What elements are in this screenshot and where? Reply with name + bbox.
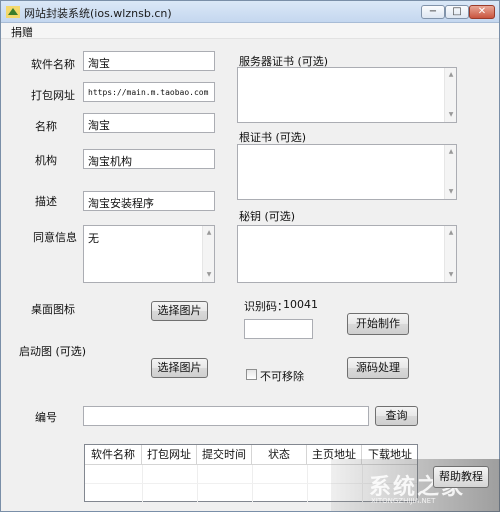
scroll-up-icon[interactable]: ▲ bbox=[445, 69, 457, 81]
scroll-down-icon[interactable]: ▼ bbox=[445, 186, 457, 198]
scroll-down-icon[interactable]: ▼ bbox=[445, 269, 457, 281]
query-button[interactable]: 查询 bbox=[375, 406, 418, 426]
org-label: 机构 bbox=[35, 154, 57, 167]
scroll-down-icon[interactable]: ▼ bbox=[445, 109, 457, 121]
source-process-button[interactable]: 源码处理 bbox=[347, 357, 409, 379]
column-header[interactable]: 提交时间 bbox=[197, 445, 252, 465]
minimize-button[interactable]: − bbox=[421, 5, 445, 19]
root-cert-textarea[interactable]: ▲ ▼ bbox=[237, 144, 457, 200]
scroll-up-icon[interactable]: ▲ bbox=[445, 227, 457, 239]
splash-select-button[interactable]: 选择图片 bbox=[151, 358, 208, 378]
server-cert-scrollbar[interactable]: ▲ ▼ bbox=[444, 68, 456, 122]
desktop-icon-label: 桌面图标 bbox=[31, 303, 75, 316]
close-button[interactable]: ✕ bbox=[469, 5, 495, 19]
desktop-icon-select-button[interactable]: 选择图片 bbox=[151, 301, 208, 321]
consent-text: 无 bbox=[88, 232, 99, 245]
column-header[interactable]: 状态 bbox=[252, 445, 307, 465]
server-cert-textarea[interactable]: ▲ ▼ bbox=[237, 67, 457, 123]
non-removable-checkbox[interactable] bbox=[246, 369, 257, 380]
title-bar[interactable]: 网站封装系统(ios.wlznsb.cn) − □ ✕ bbox=[1, 1, 499, 23]
desc-field[interactable]: 淘宝安装程序 bbox=[83, 191, 215, 211]
menu-item-donate[interactable]: 捐赠 bbox=[11, 24, 33, 40]
desc-label: 描述 bbox=[35, 195, 57, 208]
consent-label: 同意信息 bbox=[33, 231, 77, 244]
maximize-button[interactable]: □ bbox=[445, 5, 469, 19]
splash-label: 启动图 (可选) bbox=[19, 345, 87, 358]
root-cert-scrollbar[interactable]: ▲ ▼ bbox=[444, 145, 456, 199]
key-scrollbar[interactable]: ▲ ▼ bbox=[444, 226, 456, 282]
package-url-field[interactable]: https://main.m.taobao.com bbox=[83, 82, 215, 102]
code-input[interactable] bbox=[244, 319, 313, 339]
app-name-field[interactable]: 淘宝 bbox=[83, 51, 215, 71]
consent-scrollbar[interactable]: ▲ ▼ bbox=[202, 226, 214, 282]
app-window: 网站封装系统(ios.wlznsb.cn) − □ ✕ 捐赠 软件名称 淘宝 打… bbox=[0, 0, 500, 512]
root-cert-label: 根证书 (可选) bbox=[239, 131, 307, 144]
scroll-down-icon[interactable]: ▼ bbox=[203, 269, 215, 281]
org-field[interactable]: 淘宝机构 bbox=[83, 149, 215, 169]
minimize-icon: − bbox=[428, 6, 438, 17]
app-icon bbox=[6, 6, 20, 18]
app-name-label: 软件名称 bbox=[31, 58, 75, 71]
scroll-up-icon[interactable]: ▲ bbox=[203, 227, 215, 239]
window-title: 网站封装系统(ios.wlznsb.cn) bbox=[24, 7, 172, 20]
consent-textarea[interactable]: 无 ▲ ▼ bbox=[83, 225, 215, 283]
key-textarea[interactable]: ▲ ▼ bbox=[237, 225, 457, 283]
column-header[interactable]: 打包网址 bbox=[142, 445, 197, 465]
id-search-label: 编号 bbox=[35, 411, 57, 424]
id-search-input[interactable] bbox=[83, 406, 369, 426]
scroll-up-icon[interactable]: ▲ bbox=[445, 146, 457, 158]
close-icon: ✕ bbox=[477, 6, 487, 17]
help-button[interactable]: 帮助教程 bbox=[433, 466, 489, 488]
key-label: 秘钥 (可选) bbox=[239, 210, 296, 223]
id-code-label: 识别码： bbox=[244, 300, 288, 313]
watermark-sub: XITONGZHIJIA.NET bbox=[371, 497, 436, 505]
name-field[interactable]: 淘宝 bbox=[83, 113, 215, 133]
start-button[interactable]: 开始制作 bbox=[347, 313, 409, 335]
id-code-value: 10041 bbox=[283, 298, 318, 311]
maximize-icon: □ bbox=[452, 6, 462, 17]
package-url-label: 打包网址 bbox=[31, 89, 75, 102]
menu-bar: 捐赠 bbox=[1, 23, 499, 39]
name-label: 名称 bbox=[35, 120, 57, 133]
non-removable-label: 不可移除 bbox=[260, 370, 304, 383]
column-header[interactable]: 软件名称 bbox=[85, 445, 142, 465]
